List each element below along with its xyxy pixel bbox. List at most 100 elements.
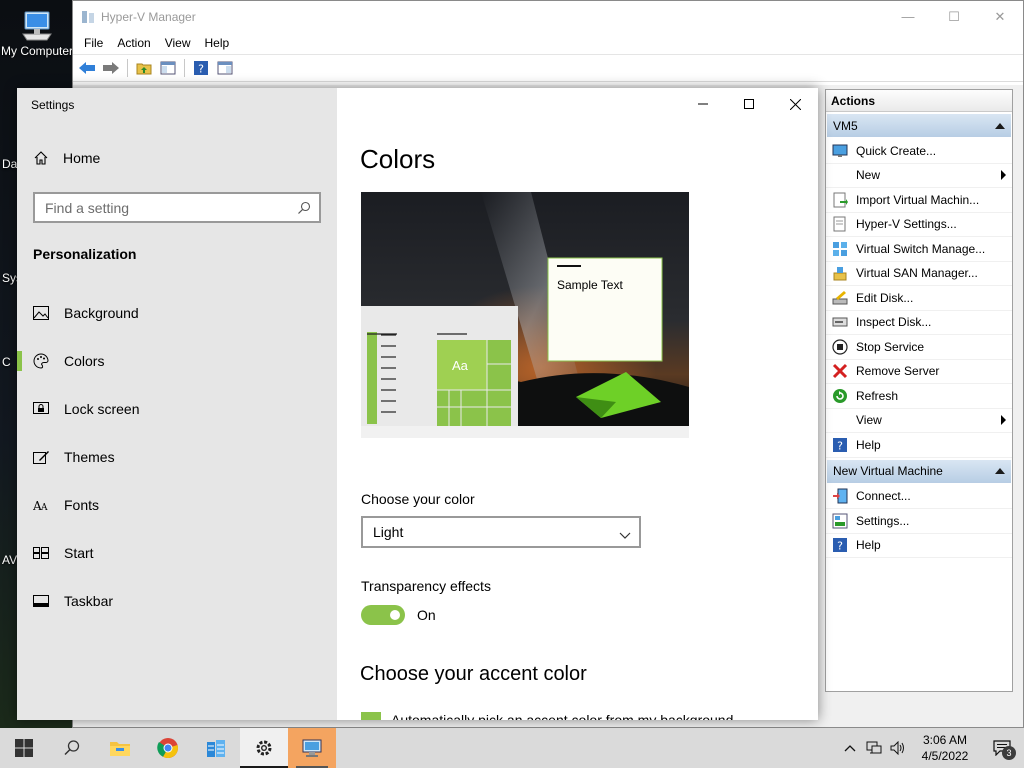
nav-item-label: Taskbar xyxy=(64,593,114,609)
connect-icon xyxy=(832,488,848,504)
action-quick-create[interactable]: Quick Create... xyxy=(826,139,1012,164)
chrome-taskbar-button[interactable] xyxy=(144,728,192,768)
chrome-icon xyxy=(157,738,178,759)
desktop-partial-label: Da xyxy=(2,157,18,171)
action-label: Settings... xyxy=(856,513,910,528)
choose-color-dropdown[interactable]: Light xyxy=(361,516,641,548)
desktop-partial-label: AV xyxy=(2,553,18,567)
hyperv-close-button[interactable]: ✕ xyxy=(977,1,1023,32)
clock-time: 3:06 AM xyxy=(922,733,968,747)
nav-item-background[interactable]: Background xyxy=(17,289,337,337)
hyperv-app-icon xyxy=(81,10,95,24)
background-icon xyxy=(33,305,49,321)
settings-minimize-button[interactable] xyxy=(680,88,726,120)
start-button[interactable] xyxy=(0,728,48,768)
find-setting-search-input[interactable]: Find a setting xyxy=(33,192,321,223)
file-explorer-taskbar-button[interactable] xyxy=(96,728,144,768)
menu-view[interactable]: View xyxy=(158,36,198,50)
virtual-switch-icon xyxy=(832,241,848,257)
remove-server-icon xyxy=(832,363,848,379)
action-new[interactable]: New xyxy=(826,164,1012,188)
action-refresh[interactable]: Refresh xyxy=(826,384,1012,409)
search-icon[interactable] xyxy=(297,201,311,215)
chevron-down-icon xyxy=(619,527,631,539)
clock[interactable]: 3:06 AM 4/5/2022 xyxy=(910,732,980,764)
action-virtual-switch-manage[interactable]: Virtual Switch Manage... xyxy=(826,237,1012,262)
action-center-button[interactable]: 3 xyxy=(980,728,1024,768)
volume-icon[interactable] xyxy=(886,728,910,768)
settings-nav-list: Background Colors Lock screen Themes A A Fonts… xyxy=(17,289,337,625)
collapse-caret-icon[interactable] xyxy=(995,468,1005,474)
nav-item-label: Fonts xyxy=(64,497,100,513)
virtual-san-icon xyxy=(832,265,848,281)
taskbar-icon xyxy=(33,593,49,609)
nav-item-themes[interactable]: Themes xyxy=(17,433,337,481)
hyperv-taskbar-button[interactable] xyxy=(288,728,336,768)
start-icon xyxy=(33,545,49,561)
settings-window: Settings Home Find a setting Personaliza… xyxy=(17,88,818,720)
action-inspect-disk[interactable]: Inspect Disk... xyxy=(826,311,1012,335)
svg-text:?: ? xyxy=(837,540,843,553)
action-label: Stop Service xyxy=(856,339,925,354)
nav-item-lock-screen[interactable]: Lock screen xyxy=(17,385,337,433)
settings-taskbar-button[interactable] xyxy=(240,728,288,768)
action-import-virtual-machin[interactable]: Import Virtual Machin... xyxy=(826,188,1012,213)
settings-maximize-button[interactable] xyxy=(726,88,772,120)
help-icon: ? xyxy=(832,437,848,453)
search-taskbar-button[interactable] xyxy=(48,728,96,768)
inspect-disk-icon xyxy=(832,314,848,330)
server-manager-taskbar-button[interactable] xyxy=(192,728,240,768)
hyperv-minimize-button[interactable]: — xyxy=(885,1,931,32)
network-icon[interactable] xyxy=(862,728,886,768)
nav-item-fonts[interactable]: A A Fonts xyxy=(17,481,337,529)
action-settings[interactable]: Settings... xyxy=(826,509,1012,534)
svg-text:?: ? xyxy=(837,439,843,452)
toolbar-separator xyxy=(127,59,128,77)
action-help[interactable]: ? Help xyxy=(826,433,1012,458)
settings-content: Colors Aa Sample Text Choose your color … xyxy=(337,88,818,720)
group-name: New Virtual Machine xyxy=(833,464,943,478)
help-toolbar-icon[interactable]: ? xyxy=(191,58,211,78)
home-label: Home xyxy=(63,150,101,166)
home-nav-item[interactable]: Home xyxy=(33,150,100,166)
settings-close-button[interactable] xyxy=(772,88,818,120)
action-help[interactable]: ? Help xyxy=(826,534,1012,558)
nav-item-colors[interactable]: Colors xyxy=(17,337,337,385)
windows-logo-icon xyxy=(15,739,33,757)
action-edit-disk[interactable]: Edit Disk... xyxy=(826,286,1012,311)
actions-group-vm5[interactable]: VM5 xyxy=(827,114,1011,137)
transparency-label: Transparency effects xyxy=(361,578,491,594)
help-icon: ? xyxy=(832,537,848,553)
show-hide-tree-icon[interactable] xyxy=(158,58,178,78)
action-stop-service[interactable]: Stop Service xyxy=(826,335,1012,360)
auto-accent-checkbox[interactable] xyxy=(361,712,381,720)
choose-color-label: Choose your color xyxy=(361,491,475,507)
action-label: Virtual Switch Manage... xyxy=(856,241,986,256)
toggle-knob xyxy=(390,610,400,620)
forward-arrow-icon[interactable] xyxy=(101,58,121,78)
hyperv-title-bar[interactable]: Hyper-V Manager — ☐ ✕ xyxy=(73,1,1023,32)
show-hide-action-pane-icon[interactable] xyxy=(215,58,235,78)
action-label: Help xyxy=(856,538,881,553)
action-remove-server[interactable]: Remove Server xyxy=(826,360,1012,384)
hyperv-maximize-button[interactable]: ☐ xyxy=(931,1,977,32)
action-virtual-san-manager[interactable]: Virtual SAN Manager... xyxy=(826,262,1012,286)
action-view[interactable]: View xyxy=(826,409,1012,433)
nav-item-taskbar[interactable]: Taskbar xyxy=(17,577,337,625)
submenu-arrow-icon xyxy=(1001,170,1006,181)
my-computer-desktop-icon[interactable]: My Computer xyxy=(0,6,74,58)
action-connect[interactable]: Connect... xyxy=(826,485,1012,509)
back-arrow-icon[interactable] xyxy=(77,58,97,78)
nav-item-start[interactable]: Start xyxy=(17,529,337,577)
transparency-toggle[interactable] xyxy=(361,605,405,625)
action-hyper-v-settings[interactable]: Hyper-V Settings... xyxy=(826,213,1012,237)
show-hidden-icons-chevron-icon[interactable] xyxy=(838,728,862,768)
stop-service-icon xyxy=(832,339,848,355)
menu-file[interactable]: File xyxy=(77,36,110,50)
menu-action[interactable]: Action xyxy=(110,36,157,50)
collapse-caret-icon[interactable] xyxy=(995,122,1005,129)
toolbar-separator xyxy=(184,59,185,77)
actions-group-new-vm[interactable]: New Virtual Machine xyxy=(827,459,1011,483)
menu-help[interactable]: Help xyxy=(198,36,237,50)
up-folder-icon[interactable] xyxy=(134,58,154,78)
